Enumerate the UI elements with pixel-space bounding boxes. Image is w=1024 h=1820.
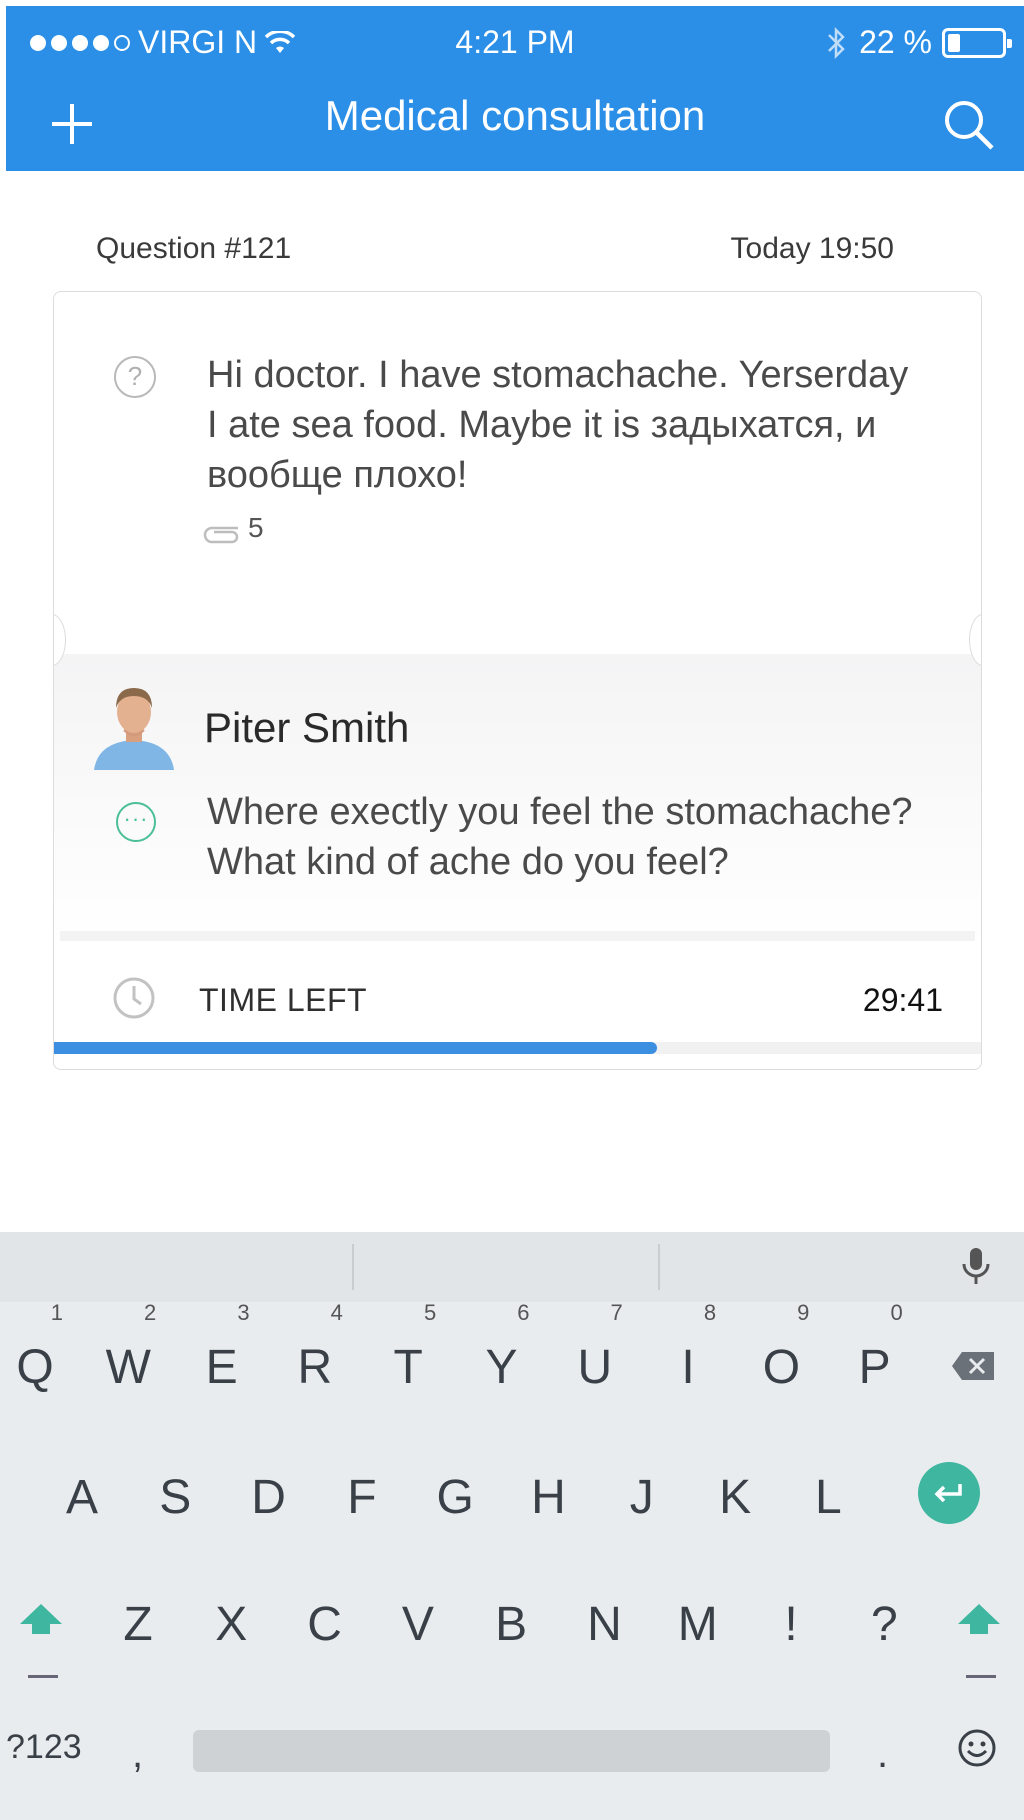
doctor-name: Piter Smith bbox=[204, 704, 410, 751]
doctor-answer: Piter Smith ··· Where exectly you feel t… bbox=[54, 654, 981, 944]
key-w[interactable]: W2 bbox=[88, 1300, 168, 1395]
question-mark-icon: ? bbox=[114, 356, 156, 398]
symbols-key[interactable]: ?123 bbox=[6, 1728, 82, 1767]
navigation-bar: Medical consultation bbox=[6, 78, 1024, 171]
question-number: Question #121 bbox=[96, 232, 292, 265]
time-left-value: 29:41 bbox=[862, 982, 943, 1018]
key-g[interactable]: G bbox=[415, 1470, 495, 1525]
key-f[interactable]: F bbox=[322, 1470, 402, 1525]
key-c[interactable]: C bbox=[285, 1597, 365, 1652]
emoji-icon[interactable] bbox=[957, 1728, 997, 1768]
attachments[interactable]: 5 bbox=[202, 512, 264, 544]
key-x[interactable]: X bbox=[191, 1597, 271, 1652]
clock-icon bbox=[113, 977, 155, 1019]
key-h[interactable]: H bbox=[509, 1470, 589, 1525]
key-l[interactable]: L bbox=[788, 1470, 868, 1525]
suggestion-divider bbox=[352, 1244, 354, 1290]
space-bar[interactable] bbox=[193, 1730, 830, 1772]
shift-icon bbox=[20, 1604, 62, 1634]
key-question[interactable]: ? bbox=[844, 1597, 924, 1652]
keyboard: Q1W2E3R4T5Y6U7I8O9P0 ASDFGHJKL Z X C V B N M!?… bbox=[0, 1232, 1024, 1820]
key-m[interactable]: M bbox=[658, 1597, 738, 1652]
key-n[interactable]: N bbox=[565, 1597, 645, 1652]
key-exclamation[interactable]: ! bbox=[751, 1597, 831, 1652]
key-s[interactable]: S bbox=[135, 1470, 215, 1525]
key-j[interactable]: J bbox=[602, 1470, 682, 1525]
time-left-label: TIME LEFT bbox=[199, 982, 368, 1018]
suggestion-divider bbox=[658, 1244, 660, 1290]
time-progress-fill bbox=[54, 1042, 657, 1054]
key-y[interactable]: Y6 bbox=[462, 1300, 542, 1395]
avatar bbox=[94, 688, 174, 770]
enter-key[interactable] bbox=[918, 1462, 980, 1524]
backspace-icon[interactable] bbox=[950, 1350, 996, 1382]
key-a[interactable]: A bbox=[42, 1470, 122, 1525]
return-icon bbox=[934, 1484, 962, 1503]
period-key[interactable]: . bbox=[877, 1732, 888, 1777]
battery-icon bbox=[942, 27, 1012, 58]
comma-key[interactable]: , bbox=[132, 1732, 143, 1777]
key-t[interactable]: T5 bbox=[368, 1300, 448, 1395]
time-progress-bar bbox=[54, 1042, 981, 1054]
key-z[interactable]: Z bbox=[98, 1597, 178, 1652]
shift-key-right[interactable] bbox=[956, 1602, 1002, 1678]
key-u[interactable]: U7 bbox=[555, 1300, 635, 1395]
key-i[interactable]: I8 bbox=[648, 1300, 728, 1395]
divider bbox=[60, 931, 975, 941]
key-e[interactable]: E3 bbox=[182, 1300, 262, 1395]
status-right: 22 % bbox=[825, 24, 1012, 61]
shift-key-left[interactable] bbox=[18, 1602, 64, 1678]
bluetooth-icon bbox=[828, 26, 845, 59]
question-time: Today 19:50 bbox=[730, 232, 894, 265]
key-r[interactable]: R4 bbox=[275, 1300, 355, 1395]
attachment-count: 5 bbox=[248, 512, 264, 543]
key-d[interactable]: D bbox=[229, 1470, 309, 1525]
paperclip-icon bbox=[203, 526, 239, 544]
key-p[interactable]: P0 bbox=[835, 1300, 915, 1395]
page-title: Medical consultation bbox=[324, 92, 706, 139]
key-b[interactable]: B bbox=[471, 1597, 551, 1652]
app-header: VIRGI N 4:21 PM 22 % Medical consultatio… bbox=[6, 6, 1024, 171]
shift-icon bbox=[958, 1604, 1000, 1634]
answer-text: Where exectly you feel the stomachache? … bbox=[207, 791, 913, 883]
time-left-row: TIME LEFT 29:41 bbox=[54, 944, 981, 1054]
key-o[interactable]: O9 bbox=[741, 1300, 821, 1395]
question-text: Hi doctor. I have stomachache. Yerserday… bbox=[207, 354, 909, 496]
status-bar: VIRGI N 4:21 PM 22 % bbox=[6, 6, 1024, 78]
chat-bubble-icon: ··· bbox=[116, 802, 156, 842]
key-k[interactable]: K bbox=[695, 1470, 775, 1525]
key-q[interactable]: Q1 bbox=[0, 1300, 75, 1395]
key-v[interactable]: V bbox=[378, 1597, 458, 1652]
battery-percent: 22 % bbox=[859, 24, 932, 60]
suggestion-bar bbox=[0, 1232, 1024, 1302]
microphone-icon[interactable] bbox=[958, 1246, 994, 1286]
consultation-card: ? Hi doctor. I have stomachache. Yerserd… bbox=[53, 291, 982, 1070]
search-icon[interactable] bbox=[938, 94, 998, 154]
